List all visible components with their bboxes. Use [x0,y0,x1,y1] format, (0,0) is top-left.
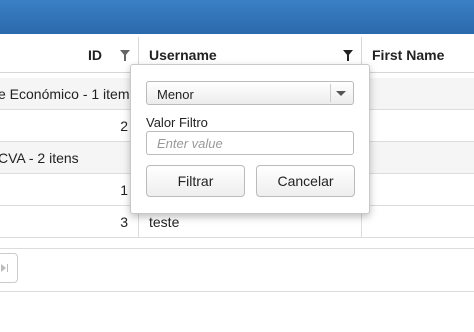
cell-id: 2 [0,110,139,141]
cell-id-value: 3 [120,214,128,230]
cancel-filter-button[interactable]: Cancelar [256,165,355,197]
pager-bar [0,248,474,292]
column-header-label: First Name [372,47,445,63]
filter-icon[interactable] [343,50,353,61]
column-filter-popup: Menor Valor Filtro Filtrar Cancelar [130,64,370,214]
window-header-bar [0,0,474,34]
column-header-label: Username [149,47,217,63]
group-label: CVA - 2 itens [0,150,79,166]
cell-id-value: 2 [120,118,128,134]
cell-id-value: 1 [120,182,128,198]
filter-operator-select[interactable]: Menor [146,81,354,105]
cell-id: 3 [0,206,139,237]
filter-icon[interactable] [120,50,130,61]
cell-username-value: teste [149,214,180,230]
last-page-icon-bar [7,264,8,272]
select-divider [330,84,331,102]
column-header-label: ID [88,47,102,63]
group-label: e Económico - 1 item [0,86,130,102]
column-header-id[interactable]: ID [0,37,139,73]
last-page-button[interactable] [0,253,18,283]
last-page-icon [1,264,6,272]
column-header-first-name[interactable]: First Name [362,37,474,73]
filter-value-input[interactable] [146,131,354,155]
cell-id: 1 [0,174,139,205]
apply-filter-button[interactable]: Filtrar [146,165,245,197]
chevron-down-icon[interactable] [336,91,346,96]
filter-value-label: Valor Filtro [146,115,208,130]
filter-operator-value: Menor [157,87,194,102]
